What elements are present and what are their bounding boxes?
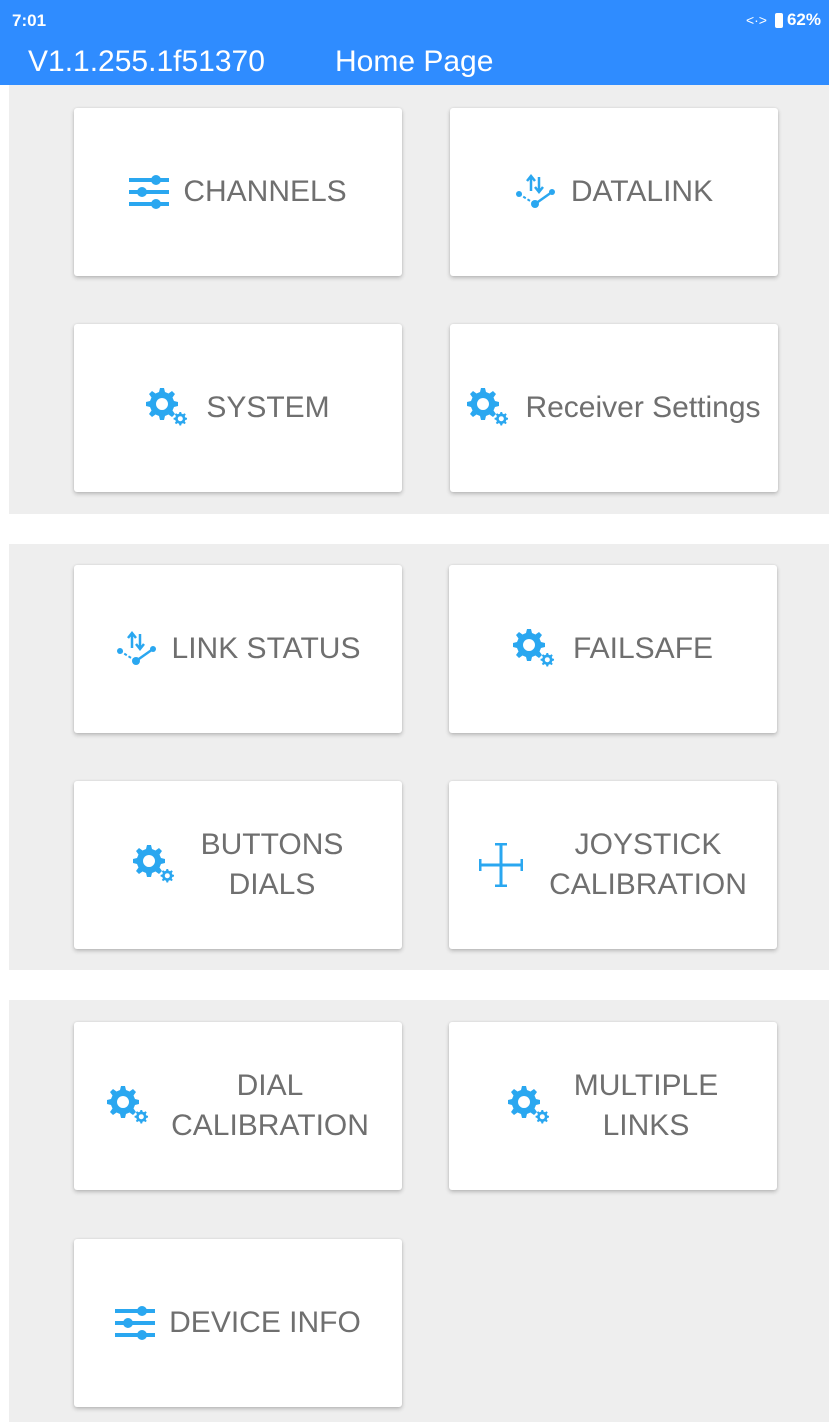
tile-label: SYSTEM [206, 391, 330, 424]
tile-label: JOYSTICK CALIBRATION [549, 825, 747, 905]
sliders-icon [129, 175, 170, 209]
gear-icon [146, 387, 188, 429]
joystick-calibration-tile[interactable]: JOYSTICK CALIBRATION [449, 781, 777, 949]
tile-label-line-2: CALIBRATION [549, 868, 747, 901]
tile-label-line-2: LINKS [602, 1109, 690, 1142]
tile-label-line-1: DIAL [236, 1069, 304, 1102]
tile-label: FAILSAFE [572, 632, 714, 665]
buttons-dials-tile[interactable]: BUTTONS DIALS [74, 781, 402, 949]
gear-icon [132, 844, 175, 886]
datalink-icon [514, 174, 557, 210]
sliders-icon [115, 1306, 156, 1340]
battery-icon [774, 12, 783, 28]
channels-tile[interactable]: CHANNELS [74, 108, 402, 276]
tile-label-line-2: DIALS [228, 868, 316, 901]
tile-label: Receiver Settings [525, 391, 761, 424]
system-tile[interactable]: SYSTEM [74, 324, 402, 492]
tile-label-line-1: BUTTONS [200, 828, 344, 861]
status-indicators: <·> 62% [746, 10, 821, 30]
tile-label: BUTTONS DIALS [201, 825, 344, 905]
tile-label: DIAL CALIBRATION [171, 1066, 369, 1146]
dial-calibration-tile[interactable]: DIAL CALIBRATION [74, 1022, 402, 1190]
tile-label-line-1: MULTIPLE [573, 1069, 719, 1102]
multiple-links-tile[interactable]: MULTIPLE LINKS [449, 1022, 777, 1190]
link-status-tile[interactable]: LINK STATUS [74, 565, 402, 733]
gear-icon [107, 1085, 149, 1127]
tile-label-line-2: CALIBRATION [171, 1109, 369, 1142]
datalink-tile[interactable]: DATALINK [450, 108, 778, 276]
datalink-icon [115, 631, 158, 667]
app-header: 7:01 <·> 62% V1.1.255.1f51370 Home Page [0, 0, 829, 85]
tile-label: CHANNELS [183, 175, 347, 208]
gear-icon [507, 1085, 550, 1127]
tile-label: LINK STATUS [171, 632, 361, 665]
crosshair-icon [479, 843, 524, 887]
tile-label: MULTIPLE LINKS [574, 1066, 718, 1146]
gear-icon [512, 628, 555, 670]
receiver-settings-tile[interactable]: Receiver Settings [450, 324, 778, 492]
firmware-version: V1.1.255.1f51370 [28, 45, 265, 78]
device-info-tile[interactable]: DEVICE INFO [74, 1239, 402, 1407]
battery-level: 62% [786, 10, 821, 29]
gear-icon [467, 387, 509, 429]
failsafe-tile[interactable]: FAILSAFE [449, 565, 777, 733]
page-title: Home Page [335, 45, 494, 78]
tile-label-line-1: JOYSTICK [574, 828, 722, 861]
tile-label: DATALINK [570, 175, 714, 208]
tile-label: DEVICE INFO [169, 1306, 361, 1339]
link-indicator-icon: <·> [745, 12, 767, 28]
status-time: 7:01 [12, 11, 47, 30]
